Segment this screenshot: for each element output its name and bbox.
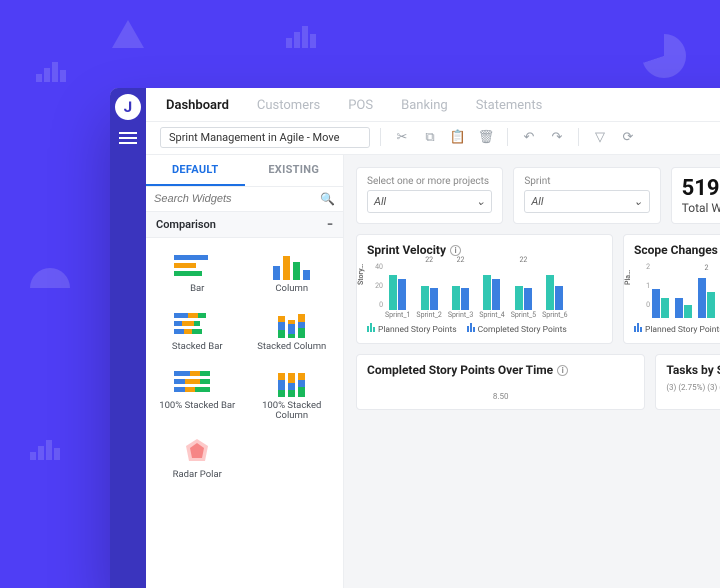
sprint-select[interactable]: All ⌄ xyxy=(524,190,649,213)
chart-title-text: Completed Story Points Over Time xyxy=(367,363,553,377)
widgets-panel: DEFAULT EXISTING 🔍 Comparison − xyxy=(146,155,344,588)
y-axis: 210 xyxy=(634,263,650,309)
chart-scope-changes: Scope Changes i Pla… 210 2 Planned Story… xyxy=(623,234,720,344)
widget-stacked-bar[interactable]: Stacked Bar xyxy=(152,304,243,356)
filter-label: Sprint xyxy=(524,176,649,187)
widget-radar-polar[interactable]: Radar Polar xyxy=(152,432,243,484)
bg-pie-icon xyxy=(642,34,686,78)
delete-icon[interactable]: 🗑 xyxy=(475,126,497,148)
select-value: All xyxy=(531,195,543,208)
undo-icon[interactable]: ↶ xyxy=(518,126,540,148)
dashboard-title-select[interactable]: Sprint Management in Agile - Move xyxy=(160,127,370,148)
chart-tasks-by-status: Tasks by Status i (3) (2.75%) (3) (2.75%… xyxy=(655,354,720,410)
tab-banking[interactable]: Banking xyxy=(401,98,448,113)
chart-title-text: Tasks by Status xyxy=(666,363,720,377)
kpi-value: 519 Hrs xyxy=(682,176,720,201)
scope-bars: Pla… 210 2 xyxy=(634,263,720,319)
refresh-icon[interactable]: ⟳ xyxy=(617,126,639,148)
widget-grid: Bar Column xyxy=(146,238,343,496)
widget-label: Stacked Bar xyxy=(172,342,223,352)
y-axis-label: Story… xyxy=(357,264,365,285)
chevron-down-icon: ⌄ xyxy=(476,195,485,208)
top-nav-tabs: Dashboard Customers POS Banking Statemen… xyxy=(146,88,720,121)
chevron-down-icon: ⌄ xyxy=(633,195,642,208)
widget-label: Column xyxy=(275,284,308,294)
chart-sprint-velocity: Sprint Velocity i Story… 40200 Sprint_12… xyxy=(356,234,613,344)
legend-item: Completed Story Points xyxy=(478,325,567,335)
filter-icon[interactable]: ▽ xyxy=(589,126,611,148)
widget-column[interactable]: Column xyxy=(247,246,338,298)
paste-icon[interactable]: 📋 xyxy=(447,126,469,148)
main-area: Dashboard Customers POS Banking Statemen… xyxy=(146,88,720,588)
separator xyxy=(380,128,381,146)
content: DEFAULT EXISTING 🔍 Comparison − xyxy=(146,155,720,588)
cut-icon[interactable]: ✂ xyxy=(391,126,413,148)
legend-item: Planned Story Points xyxy=(645,325,720,335)
widget-stacked-column[interactable]: Stacked Column xyxy=(247,304,338,356)
redo-icon[interactable]: ↷ xyxy=(546,126,568,148)
widget-label: Bar xyxy=(190,284,204,294)
copy-icon[interactable]: ⧉ xyxy=(419,126,441,148)
widgets-tab-default[interactable]: DEFAULT xyxy=(146,155,245,186)
bg-bars-icon xyxy=(30,440,60,460)
chart-title-text: Scope Changes xyxy=(634,243,718,257)
projects-select[interactable]: All ⌄ xyxy=(367,190,492,213)
chart-preview: (3) (2.75%) (3) (2.75%) (3) (2 xyxy=(666,383,720,401)
widget-label: Radar Polar xyxy=(173,470,222,480)
widget-label: Stacked Column xyxy=(257,342,326,352)
app-window: J Dashboard Customers POS Banking Statem… xyxy=(110,88,720,588)
bg-bars-icon xyxy=(36,62,66,82)
section-comparison[interactable]: Comparison − xyxy=(146,212,343,238)
bg-triangle-icon xyxy=(112,20,144,48)
menu-icon[interactable] xyxy=(119,132,137,144)
search-input[interactable] xyxy=(154,193,320,205)
chart-completed-over-time: Completed Story Points Over Time i 8.50 xyxy=(356,354,645,410)
search-row: 🔍 xyxy=(146,187,343,212)
chart-title-text: Sprint Velocity xyxy=(367,243,446,257)
select-value: All xyxy=(374,195,386,208)
info-icon[interactable]: i xyxy=(450,245,461,256)
y-axis-label: Pla… xyxy=(624,270,632,285)
legend: Planned Story Points Completed Story Poi… xyxy=(367,323,602,335)
legend: Planned Story Points A xyxy=(634,323,720,335)
velocity-bars: Story… 40200 Sprint_122Sprint_222Sprint_… xyxy=(367,263,602,319)
widget-bar[interactable]: Bar xyxy=(152,246,243,298)
tab-customers[interactable]: Customers xyxy=(257,98,320,113)
bg-arc-icon xyxy=(30,268,70,288)
kpi-total-worked: 519 Hrs Total Worked… xyxy=(671,167,720,224)
widget-label: 100% Stacked Bar xyxy=(159,401,235,411)
widget-100-stacked-bar[interactable]: 100% Stacked Bar xyxy=(152,363,243,426)
widget-100-stacked-column[interactable]: 100% Stacked Column xyxy=(247,363,338,426)
kpi-label: Total Worked… xyxy=(682,201,720,215)
widget-label: 100% Stacked Column xyxy=(251,401,334,422)
app-logo[interactable]: J xyxy=(115,94,141,120)
chart-preview: 8.50 xyxy=(367,383,634,401)
filter-sprint: Sprint All ⌄ xyxy=(513,167,660,224)
separator xyxy=(578,128,579,146)
legend-item: Planned Story Points xyxy=(378,325,457,335)
collapse-icon: − xyxy=(327,218,333,231)
widgets-tabs: DEFAULT EXISTING xyxy=(146,155,343,187)
widgets-tab-existing[interactable]: EXISTING xyxy=(245,155,344,186)
toolbar: Sprint Management in Agile - Move ✂ ⧉ 📋 … xyxy=(146,121,720,155)
tab-dashboard[interactable]: Dashboard xyxy=(166,98,229,113)
tab-statements[interactable]: Statements xyxy=(476,98,543,113)
section-label: Comparison xyxy=(156,218,216,231)
filter-projects: Select one or more projects All ⌄ xyxy=(356,167,503,224)
bg-bars-icon xyxy=(286,26,316,48)
info-icon[interactable]: i xyxy=(557,365,568,376)
tab-pos[interactable]: POS xyxy=(348,98,373,113)
search-icon[interactable]: 🔍 xyxy=(320,192,335,206)
y-axis: 40200 xyxy=(367,263,383,309)
dashboard-canvas: Select one or more projects All ⌄ Sprint… xyxy=(344,155,720,588)
separator xyxy=(507,128,508,146)
filter-label: Select one or more projects xyxy=(367,176,492,187)
left-rail: J xyxy=(110,88,146,588)
